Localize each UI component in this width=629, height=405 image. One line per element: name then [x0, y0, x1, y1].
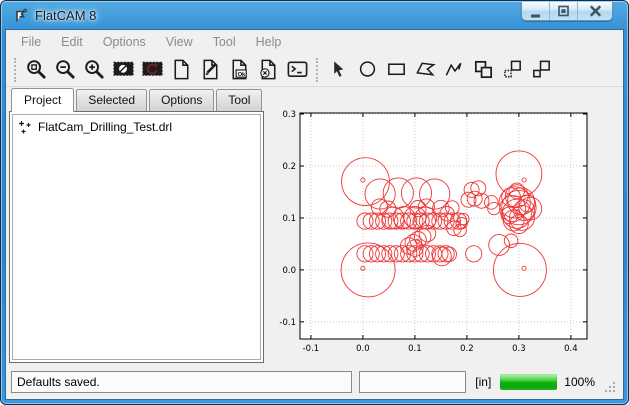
maximize-button[interactable]: [550, 2, 578, 20]
delete-object-icon: [257, 58, 280, 81]
close-button[interactable]: [578, 2, 612, 20]
svg-text:0.2: 0.2: [282, 162, 296, 172]
left-panel: ProjectSelectedOptionsTool FlatCam_Drill…: [6, 87, 267, 368]
zoom-fit-button[interactable]: [22, 55, 51, 84]
progress-bar: [500, 374, 557, 390]
array-tool-icon: [530, 58, 553, 81]
menu-tool[interactable]: Tool: [203, 32, 246, 52]
svg-text:0.3: 0.3: [282, 110, 296, 120]
union-tool-icon: [472, 58, 495, 81]
replot-icon: [141, 58, 164, 81]
resize-grip-icon[interactable]: [604, 381, 616, 393]
flatcam-logo-icon: [12, 7, 29, 24]
menubar: FileEditOptionsViewToolHelp: [6, 30, 623, 53]
svg-text:-0.1: -0.1: [279, 318, 296, 328]
progress-fill: [500, 374, 557, 390]
svg-text:0.4: 0.4: [564, 344, 578, 354]
svg-text:0.2: 0.2: [460, 344, 474, 354]
svg-text:0.0: 0.0: [356, 344, 370, 354]
zoom-out-button[interactable]: [51, 55, 80, 84]
minimize-button[interactable]: [522, 2, 550, 20]
client-area: FileEditOptionsViewToolHelp Ok ProjectSe…: [5, 29, 624, 400]
svg-text:0.3: 0.3: [512, 344, 526, 354]
menu-options[interactable]: Options: [93, 32, 156, 52]
units-label: [in]: [473, 375, 493, 389]
polyline-tool-icon: [443, 58, 466, 81]
circle-tool-button[interactable]: [353, 55, 382, 84]
new-project-icon: [170, 58, 193, 81]
circle-tool-icon: [356, 58, 379, 81]
drill-icon: [18, 120, 32, 134]
svg-text:0.1: 0.1: [408, 344, 422, 354]
status-message: Defaults saved.: [11, 371, 352, 393]
tree-item-label: FlatCam_Drilling_Test.drl: [38, 120, 172, 134]
toolbar-drag-handle[interactable]: [14, 58, 16, 82]
polygon-tool-button[interactable]: [411, 55, 440, 84]
clear-plot-icon: [112, 58, 135, 81]
select-tool-icon: [327, 58, 350, 81]
open-project-icon: [199, 58, 222, 81]
drill-plot[interactable]: -0.1 0.0 0.1 0.2 0.3 0.4 -0.1 0.0 0.1 0.2 0.3: [271, 87, 623, 368]
save-ok-button[interactable]: Ok: [225, 55, 254, 84]
statusbar: Defaults saved. [in] 100%: [6, 368, 623, 399]
menu-help[interactable]: Help: [246, 32, 292, 52]
zoom-in-icon: [83, 58, 106, 81]
svg-text:-0.1: -0.1: [303, 344, 320, 354]
rectangle-tool-button[interactable]: [382, 55, 411, 84]
new-project-button[interactable]: [167, 55, 196, 84]
progress-percent-label: 100%: [564, 375, 595, 389]
tab-project[interactable]: Project: [11, 88, 74, 112]
tab-options[interactable]: Options: [149, 89, 214, 111]
toolbar-drag-handle[interactable]: [316, 58, 318, 82]
delete-object-button[interactable]: [254, 55, 283, 84]
polyline-tool-button[interactable]: [440, 55, 469, 84]
plot-canvas[interactable]: -0.1 0.0 0.1 0.2 0.3 0.4 -0.1 0.0 0.1 0.2 0.3: [271, 87, 623, 368]
menu-view[interactable]: View: [156, 32, 203, 52]
svg-text:0.0: 0.0: [282, 266, 296, 276]
tab-tool[interactable]: Tool: [216, 89, 262, 111]
zoom-fit-icon: [25, 58, 48, 81]
open-project-button[interactable]: [196, 55, 225, 84]
clear-plot-button[interactable]: [109, 55, 138, 84]
menu-file[interactable]: File: [11, 32, 51, 52]
maximize-icon: [554, 2, 573, 20]
array-tool-button[interactable]: [527, 55, 556, 84]
close-icon: [586, 2, 605, 20]
copy-tool-button[interactable]: [498, 55, 527, 84]
replot-button[interactable]: [138, 55, 167, 84]
app-window: FlatCAM 8 FileEditOptionsViewToolHelp Ok…: [0, 0, 629, 405]
tab-selected[interactable]: Selected: [76, 89, 147, 111]
zoom-out-icon: [54, 58, 77, 81]
status-secondary: [359, 371, 466, 393]
project-tree-frame: FlatCam_Drilling_Test.drl: [9, 111, 264, 363]
tabbar: ProjectSelectedOptionsTool: [9, 89, 267, 111]
window-title: FlatCAM 8: [35, 8, 96, 23]
save-ok-icon: Ok: [228, 58, 251, 81]
select-tool-button[interactable]: [324, 55, 353, 84]
shell-button[interactable]: [283, 55, 312, 84]
copy-tool-icon: [501, 58, 524, 81]
svg-text:0.1: 0.1: [282, 214, 296, 224]
toolbar: Ok: [6, 53, 623, 87]
polygon-tool-icon: [414, 58, 437, 81]
menu-edit[interactable]: Edit: [51, 32, 93, 52]
union-tool-button[interactable]: [469, 55, 498, 84]
zoom-in-button[interactable]: [80, 55, 109, 84]
window-controls: [521, 2, 613, 21]
svg-text:Ok: Ok: [238, 72, 246, 78]
minimize-icon: [526, 2, 545, 20]
tree-item-drill-object[interactable]: FlatCam_Drilling_Test.drl: [13, 115, 260, 134]
shell-icon: [286, 58, 309, 81]
rectangle-tool-icon: [385, 58, 408, 81]
titlebar[interactable]: FlatCAM 8: [3, 2, 626, 29]
project-tree[interactable]: FlatCam_Drilling_Test.drl: [12, 114, 261, 360]
content: ProjectSelectedOptionsTool FlatCam_Drill…: [6, 87, 623, 368]
